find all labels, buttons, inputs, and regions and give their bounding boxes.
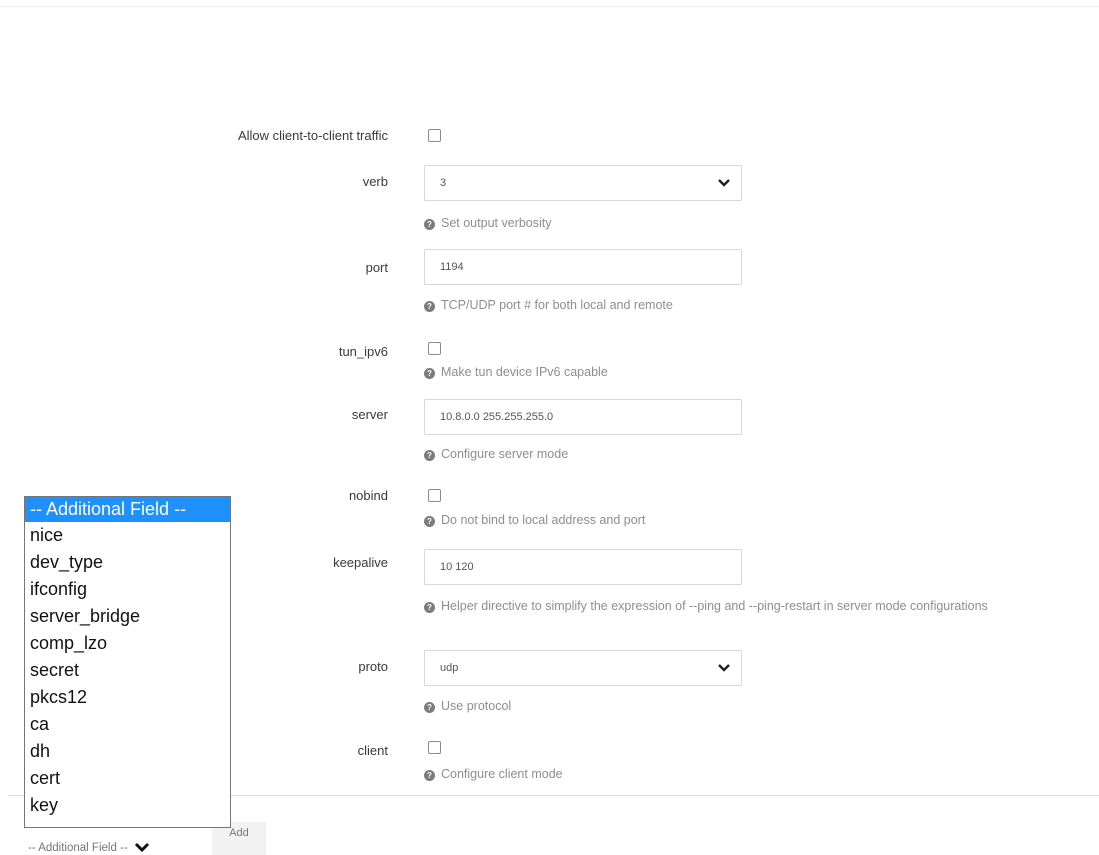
additional-field-dropdown-list[interactable]: -- Additional Field -- nice dev_type ifc…: [24, 496, 231, 828]
dropdown-option[interactable]: pkcs12: [25, 684, 230, 711]
server-label: server: [351, 407, 388, 422]
port-input[interactable]: 1194: [424, 249, 742, 285]
port-label: port: [365, 260, 388, 275]
dropdown-option[interactable]: comp_lzo: [25, 630, 230, 657]
chevron-down-icon: [134, 838, 150, 854]
dropdown-option-selected[interactable]: -- Additional Field --: [25, 497, 230, 522]
dropdown-option[interactable]: ifconfig: [25, 576, 230, 603]
section-title-faded: [440, 52, 670, 64]
tun-ipv6-help: ? Make tun device IPv6 capable: [424, 365, 608, 379]
dropdown-option[interactable]: server_bridge: [25, 603, 230, 630]
dropdown-option[interactable]: dev_type: [25, 549, 230, 576]
dropdown-option[interactable]: ca: [25, 711, 230, 738]
proto-label: proto: [358, 659, 388, 674]
question-circle-icon: ?: [424, 516, 435, 527]
dropdown-option[interactable]: secret: [25, 657, 230, 684]
client-label: client: [357, 743, 388, 758]
client-to-client-checkbox[interactable]: [428, 129, 441, 142]
verb-label: verb: [362, 174, 388, 189]
question-circle-icon: ?: [424, 770, 435, 781]
keepalive-input[interactable]: 10 120: [424, 549, 742, 585]
dropdown-option[interactable]: key: [25, 792, 230, 819]
dropdown-option[interactable]: cert: [25, 765, 230, 792]
keepalive-help: ? Helper directive to simplify the expres…: [424, 598, 1099, 614]
dropdown-option[interactable]: nice: [25, 522, 230, 549]
additional-field-select[interactable]: -- Additional Field --: [28, 838, 150, 854]
server-input[interactable]: 10.8.0.0 255.255.255.0: [424, 399, 742, 435]
top-divider: [0, 6, 1099, 7]
nobind-help: ? Do not bind to local address and port: [424, 513, 645, 527]
dropdown-option[interactable]: dh: [25, 738, 230, 765]
question-circle-icon: ?: [424, 450, 435, 461]
proto-select-value: udp: [440, 662, 459, 674]
tun-ipv6-checkbox[interactable]: [428, 342, 441, 355]
port-help: ? TCP/UDP port # for both local and remot…: [424, 298, 673, 312]
proto-select[interactable]: udp: [424, 650, 742, 686]
verb-select[interactable]: 3: [424, 165, 742, 201]
client-to-client-label: Allow client-to-client traffic: [237, 128, 388, 143]
nobind-label: nobind: [348, 488, 388, 503]
chevron-down-icon: [717, 166, 731, 200]
keepalive-label: keepalive: [333, 555, 388, 570]
additional-field-select-label: -- Additional Field --: [28, 842, 128, 854]
question-circle-icon: ?: [424, 368, 435, 379]
nobind-checkbox[interactable]: [428, 489, 441, 502]
client-help: ? Configure client mode: [424, 767, 563, 781]
question-circle-icon: ?: [424, 219, 435, 230]
question-circle-icon: ?: [424, 301, 435, 312]
server-help: ? Configure server mode: [424, 447, 568, 461]
client-checkbox[interactable]: [428, 741, 441, 754]
question-circle-icon: ?: [424, 602, 435, 613]
question-circle-icon: ?: [424, 702, 435, 713]
verb-select-value: 3: [440, 177, 447, 189]
chevron-down-icon: [717, 651, 731, 685]
proto-help: ? Use protocol: [424, 699, 511, 713]
verb-help: ? Set output verbosity: [424, 216, 551, 230]
tun-ipv6-label: tun_ipv6: [338, 344, 388, 359]
